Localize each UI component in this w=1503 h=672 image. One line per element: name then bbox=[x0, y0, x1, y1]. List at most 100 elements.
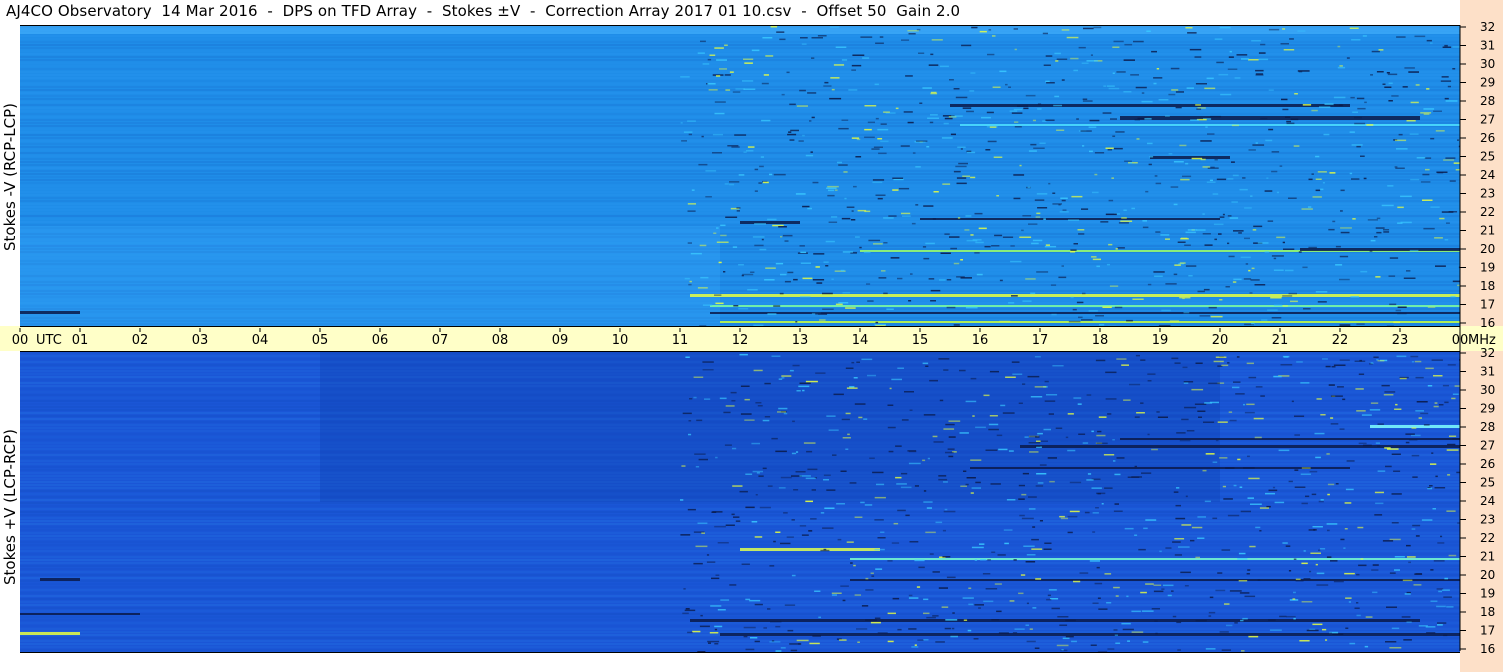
speckle bbox=[714, 294, 722, 296]
speckle bbox=[1271, 255, 1284, 257]
speckle bbox=[1382, 83, 1386, 85]
speckle bbox=[1174, 362, 1181, 364]
noise-band bbox=[20, 203, 1460, 205]
speckle bbox=[867, 374, 876, 377]
speckle bbox=[1425, 168, 1430, 171]
speckle bbox=[688, 420, 692, 422]
speckle bbox=[1365, 616, 1373, 618]
speckle bbox=[1005, 83, 1008, 86]
speckle bbox=[896, 483, 907, 485]
speckle bbox=[849, 482, 857, 484]
speckle bbox=[1377, 360, 1385, 362]
speckle bbox=[1036, 193, 1048, 195]
speckle bbox=[1107, 413, 1112, 415]
speckle bbox=[1415, 376, 1424, 379]
speckle bbox=[778, 407, 788, 410]
speckle bbox=[923, 598, 929, 601]
speckle bbox=[946, 306, 956, 309]
speckle bbox=[901, 212, 911, 215]
speckle bbox=[1190, 119, 1199, 121]
speckle bbox=[1136, 412, 1145, 414]
speckle bbox=[1421, 519, 1433, 521]
speckle bbox=[803, 442, 816, 444]
speckle bbox=[1089, 560, 1100, 562]
noise-band bbox=[20, 562, 1460, 564]
speckle bbox=[1330, 423, 1339, 425]
speckle bbox=[845, 307, 856, 309]
speckle bbox=[930, 289, 941, 292]
speckle bbox=[854, 516, 863, 518]
speckle bbox=[1181, 418, 1189, 421]
speckle bbox=[865, 589, 874, 591]
noise-band bbox=[20, 556, 1460, 558]
speckle bbox=[916, 586, 921, 588]
speckle bbox=[1141, 610, 1154, 612]
speckle bbox=[1208, 382, 1220, 385]
speckle bbox=[1223, 498, 1233, 500]
speckle bbox=[1158, 324, 1171, 326]
speckle bbox=[1285, 545, 1291, 547]
speckle bbox=[1204, 244, 1213, 246]
speckle bbox=[874, 548, 885, 551]
speckle bbox=[1383, 231, 1390, 233]
speckle bbox=[1410, 101, 1419, 104]
speckle bbox=[879, 36, 884, 38]
speckle bbox=[950, 635, 958, 638]
speckle bbox=[746, 150, 754, 152]
speckle bbox=[1303, 578, 1311, 580]
speckle bbox=[998, 448, 1008, 451]
speckle bbox=[1066, 36, 1079, 39]
speckle bbox=[1044, 245, 1057, 248]
speckle bbox=[926, 616, 936, 619]
speckle bbox=[1169, 320, 1180, 322]
speckle bbox=[943, 122, 949, 125]
speckle bbox=[1441, 211, 1454, 213]
speckle bbox=[689, 398, 693, 400]
speckle bbox=[1107, 149, 1113, 151]
speckle bbox=[1294, 434, 1300, 436]
speckle bbox=[1124, 160, 1132, 162]
speckle bbox=[1070, 57, 1079, 60]
noise-band bbox=[20, 200, 1460, 202]
speckle bbox=[1435, 130, 1445, 132]
speckle bbox=[1084, 511, 1090, 514]
speckle bbox=[923, 414, 936, 416]
speckle bbox=[743, 151, 747, 153]
speckle bbox=[744, 398, 750, 401]
speckle bbox=[895, 445, 902, 447]
speckle bbox=[1123, 209, 1127, 211]
time-axis-strip bbox=[0, 326, 1503, 351]
speckle bbox=[1340, 538, 1345, 541]
speckle bbox=[1028, 150, 1037, 152]
speckle bbox=[1248, 635, 1259, 638]
speckle bbox=[1408, 439, 1418, 441]
speckle bbox=[1189, 48, 1202, 51]
speckle bbox=[696, 419, 703, 422]
speckle bbox=[710, 605, 722, 607]
speckle bbox=[1126, 595, 1129, 598]
speckle bbox=[1185, 27, 1193, 29]
speckle bbox=[1387, 73, 1398, 76]
speckle bbox=[791, 452, 797, 455]
speckle bbox=[709, 54, 716, 56]
speckle bbox=[1213, 223, 1224, 226]
speckle bbox=[1268, 28, 1280, 31]
speckle bbox=[1249, 292, 1253, 294]
speckle bbox=[892, 597, 900, 600]
speckle bbox=[1389, 303, 1397, 306]
speckle bbox=[1051, 313, 1057, 316]
speckle bbox=[987, 559, 991, 561]
speckle bbox=[1052, 192, 1056, 194]
speckle bbox=[831, 216, 838, 218]
speckle bbox=[1238, 232, 1242, 234]
speckle bbox=[887, 404, 894, 406]
speckle bbox=[1244, 411, 1255, 414]
speckle bbox=[871, 148, 880, 150]
speckle bbox=[1344, 572, 1355, 575]
speckle bbox=[739, 353, 748, 356]
speckle bbox=[791, 574, 796, 577]
speckle bbox=[914, 485, 919, 487]
speckle bbox=[864, 128, 872, 131]
speckle bbox=[1037, 103, 1042, 105]
speckle bbox=[1339, 104, 1343, 106]
